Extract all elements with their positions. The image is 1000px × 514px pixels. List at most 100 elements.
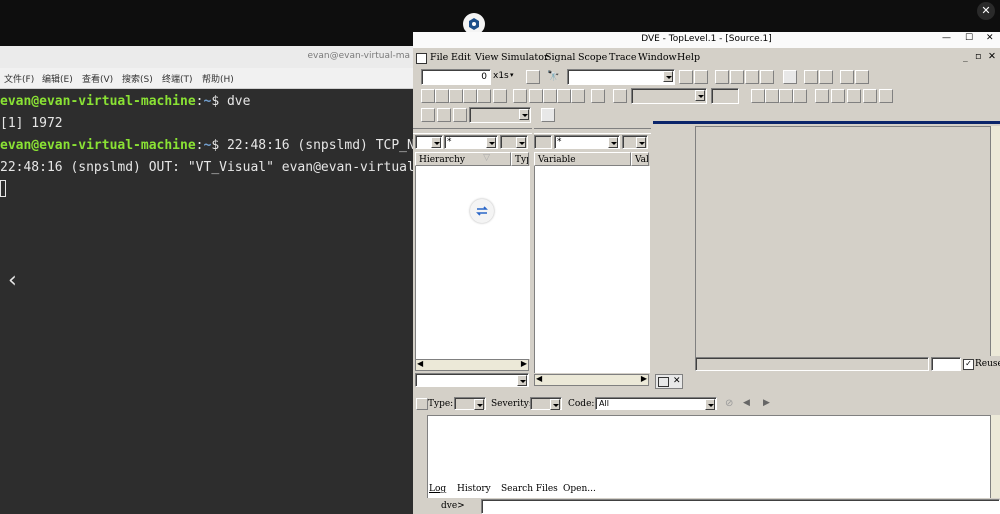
zoom-prev-icon[interactable]	[847, 89, 861, 103]
nav-right-icon[interactable]	[855, 70, 869, 84]
step-icon[interactable]	[715, 70, 729, 84]
source-line-input[interactable]	[931, 357, 961, 371]
table-icon[interactable]	[541, 108, 555, 122]
variable-type-icon[interactable]	[534, 135, 552, 149]
next-icon[interactable]	[730, 70, 744, 84]
previous-image-button[interactable]: ‹	[8, 268, 17, 293]
back-icon[interactable]	[804, 70, 818, 84]
run-to-icon[interactable]	[526, 70, 540, 84]
trace-loads-icon[interactable]	[493, 89, 507, 103]
minimize-button[interactable]: —	[942, 33, 951, 43]
terminal-menu-file[interactable]: 文件(F)	[4, 72, 34, 85]
step-count-input[interactable]	[711, 88, 739, 104]
calculator-icon[interactable]	[783, 70, 797, 84]
terminal-menu-terminal[interactable]: 终端(T)	[162, 72, 193, 85]
terminal-menu-edit[interactable]: 编辑(E)	[42, 72, 73, 85]
menu-simulator[interactable]: Simulator	[501, 52, 548, 63]
scroll-right-icon[interactable]: ▶	[641, 374, 647, 383]
terminal-output[interactable]: evan@evan-virtual-machine:~$ dve [1] 197…	[0, 88, 414, 514]
trace-drivers-icon[interactable]	[477, 89, 491, 103]
time-unit-select[interactable]: x1s	[493, 71, 509, 81]
next-message-icon[interactable]: ▶	[763, 398, 770, 408]
hierarchy-filter-chevron-down-icon[interactable]	[486, 137, 496, 148]
scroll-left-icon[interactable]: ◀	[417, 359, 423, 368]
hierarchy-filter-input[interactable]: *	[444, 135, 498, 149]
close-viewer-button[interactable]: ✕	[977, 2, 995, 20]
search-combo[interactable]	[567, 69, 675, 85]
variable-list[interactable]	[534, 166, 650, 373]
hierarchy-bottom-select[interactable]	[415, 373, 529, 387]
hierarchy-type-chevron-down-icon[interactable]	[516, 137, 526, 148]
goto-icon[interactable]	[613, 89, 627, 103]
edge-select-chevron-down-icon[interactable]	[695, 90, 705, 101]
nav-left-icon[interactable]	[840, 70, 854, 84]
forward-icon[interactable]	[819, 70, 833, 84]
menu-scope[interactable]: Scope	[578, 52, 607, 63]
zoom-plus-icon[interactable]	[421, 108, 435, 122]
path-icon[interactable]	[529, 89, 543, 103]
cursor-icon[interactable]	[591, 89, 605, 103]
zoom-cursor-icon[interactable]	[879, 89, 893, 103]
menu-window[interactable]: Window	[638, 52, 677, 63]
time-input[interactable]: 0	[421, 69, 491, 85]
scroll-left-icon[interactable]: ◀	[536, 374, 542, 383]
eraser-icon[interactable]	[557, 89, 571, 103]
find-previous-icon[interactable]	[679, 70, 693, 84]
mdi-close-icon[interactable]: ✕	[988, 51, 996, 62]
variable-type-chevron-down-icon[interactable]	[636, 137, 646, 148]
binoculars-icon[interactable]: 🔭	[547, 71, 559, 82]
find-next-icon[interactable]	[694, 70, 708, 84]
stop-icon[interactable]: ⊘	[725, 398, 733, 409]
type-select[interactable]	[454, 397, 486, 410]
variable-filter-chevron-down-icon[interactable]	[608, 137, 618, 148]
scroll-right-icon[interactable]: ▶	[521, 359, 527, 368]
edge-select[interactable]	[631, 88, 707, 104]
restart-icon[interactable]	[760, 70, 774, 84]
variable-hscrollbar[interactable]: ◀ ▶	[534, 374, 649, 386]
add-to-wave-icon[interactable]	[421, 89, 435, 103]
zoom-reset-icon[interactable]	[453, 108, 467, 122]
mdi-minimize-icon[interactable]: _	[963, 51, 968, 62]
terminal-menu-help[interactable]: 帮助(H)	[202, 72, 234, 85]
document-icon[interactable]	[416, 53, 427, 64]
menu-trace[interactable]: Trace	[609, 52, 636, 63]
menu-file[interactable]: File	[430, 52, 448, 63]
hierarchy-type-filter[interactable]	[500, 135, 528, 149]
hierarchy-tree[interactable]	[415, 166, 530, 359]
marker-icon[interactable]	[571, 89, 585, 103]
zoom-out-icon[interactable]	[779, 89, 793, 103]
add-to-schematic-icon[interactable]	[449, 89, 463, 103]
menu-help[interactable]: Help	[677, 52, 700, 63]
hierarchy-bottom-chevron-down-icon[interactable]	[517, 375, 527, 386]
menu-signal[interactable]: Signal	[545, 52, 575, 63]
source-vscrollbar[interactable]	[990, 126, 1000, 356]
command-input[interactable]	[481, 499, 1000, 514]
hierarchy-scope-chevron-down-icon[interactable]	[431, 137, 441, 148]
type-select-chevron-down-icon[interactable]	[474, 399, 484, 410]
zoom-select[interactable]	[469, 107, 531, 123]
severity-select-chevron-down-icon[interactable]	[550, 399, 560, 410]
column-hierarchy[interactable]: Hierarchy ▽	[415, 152, 511, 166]
console-grip-icon[interactable]	[416, 398, 428, 410]
column-type[interactable]: Typ	[511, 152, 529, 166]
terminal-menu-search[interactable]: 搜索(S)	[122, 72, 153, 85]
column-value[interactable]: Val	[631, 152, 649, 166]
add-to-path-icon[interactable]	[463, 89, 477, 103]
menu-edit[interactable]: Edit	[451, 52, 471, 63]
zoom-select-chevron-down-icon[interactable]	[519, 109, 529, 120]
source-view[interactable]	[695, 126, 1000, 357]
column-variable[interactable]: Variable	[534, 152, 631, 166]
zoom-in-icon[interactable]	[765, 89, 779, 103]
tab-log[interactable]: Log	[429, 484, 446, 494]
tab-history[interactable]: History	[457, 484, 491, 494]
zoom-next-icon[interactable]	[863, 89, 877, 103]
select-arrow-icon[interactable]	[751, 89, 765, 103]
pen-icon[interactable]	[543, 89, 557, 103]
menu-view[interactable]: View	[475, 52, 499, 63]
schematic-icon[interactable]	[513, 89, 527, 103]
tab-search-files[interactable]: Search Files	[501, 484, 558, 494]
close-window-button[interactable]: ✕	[986, 33, 994, 43]
search-combo-chevron-down-icon[interactable]	[663, 71, 673, 82]
previous-message-icon[interactable]: ◀	[743, 398, 750, 408]
time-unit-chevron-down-icon[interactable]: ▾	[510, 71, 514, 79]
